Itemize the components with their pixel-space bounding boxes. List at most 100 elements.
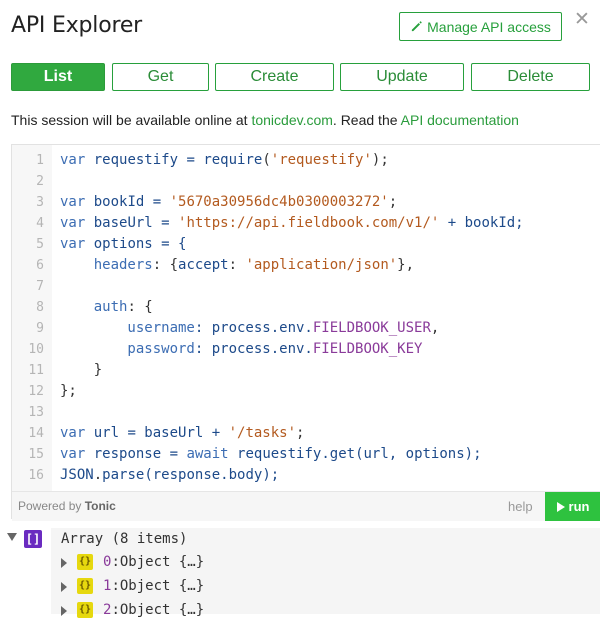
- code-token: ;: [388, 194, 398, 210]
- code-token: : process.env.: [194, 320, 313, 336]
- item-text: :Object {…}: [111, 602, 205, 618]
- code-line: };: [60, 381, 600, 402]
- line-number: 1: [36, 153, 44, 168]
- play-icon: [556, 501, 565, 512]
- tonic-brand: Tonic: [84, 499, 116, 513]
- code-token: url = baseUrl +: [85, 425, 229, 441]
- code-token: response =: [85, 446, 187, 462]
- session-info-prefix: This session will be available online at: [11, 112, 252, 128]
- close-icon[interactable]: ✕: [573, 10, 591, 30]
- powered-by-tonic[interactable]: Powered by Tonic: [18, 499, 116, 513]
- expand-item-1-toggle[interactable]: [61, 582, 67, 592]
- session-info-middle: . Read the: [332, 112, 401, 128]
- result-output: [] Array (8 items) {} 0:Object {…} {} 1:…: [0, 528, 600, 618]
- header: API Explorer Manage API access ✕: [0, 0, 600, 56]
- code-token: };: [60, 383, 77, 399]
- page-title: API Explorer: [11, 13, 142, 38]
- code-token: requestify =: [85, 152, 204, 168]
- line-number: 3: [36, 195, 44, 210]
- tonicdev-link[interactable]: tonicdev.com: [251, 112, 332, 128]
- line-number: 16: [28, 468, 44, 483]
- line-number: 13: [28, 405, 44, 420]
- code-token: (url, options);: [355, 446, 482, 462]
- line-number: 10: [28, 342, 44, 357]
- code-line: password: process.env.FIELDBOOK_KEY: [60, 339, 600, 360]
- line-number: 8: [36, 300, 44, 315]
- code-token: '/tasks': [228, 425, 297, 441]
- item-text: :Object {…}: [111, 554, 205, 570]
- api-documentation-link[interactable]: API documentation: [401, 112, 519, 128]
- line-number: 2: [36, 174, 44, 189]
- code-token: username: [60, 320, 195, 336]
- code-line: headers: {accept: 'application/json'},: [60, 255, 600, 276]
- line-number: 4: [36, 216, 44, 231]
- code-line: var response = await requestify.get(url,…: [60, 444, 600, 465]
- tab-update[interactable]: Update: [340, 63, 464, 91]
- code-token: get: [329, 446, 356, 462]
- code-token: var: [60, 236, 86, 252]
- code-token: (response.body);: [144, 467, 280, 483]
- code-token: :: [228, 257, 246, 273]
- code-line: auth: {: [60, 297, 600, 318]
- tab-create[interactable]: Create: [215, 63, 334, 91]
- code-token: requestify.: [228, 446, 330, 462]
- code-token: : process.env.: [194, 341, 313, 357]
- code-token: JSON: [60, 467, 94, 483]
- code-line: }: [60, 360, 600, 381]
- code-token: bookId =: [85, 194, 170, 210]
- code-token: accept: [178, 257, 229, 273]
- result-item-2[interactable]: 2:Object {…}: [103, 599, 204, 621]
- code-token: require: [203, 152, 263, 168]
- code-token: );: [371, 152, 389, 168]
- manage-api-access-button[interactable]: Manage API access: [399, 12, 562, 41]
- run-button[interactable]: run: [545, 492, 600, 521]
- expand-item-2-toggle[interactable]: [61, 606, 67, 616]
- result-panel: Array (8 items) {} 0:Object {…} {} 1:Obj…: [51, 528, 600, 618]
- result-item-0[interactable]: 0:Object {…}: [103, 551, 204, 573]
- code-token: }: [60, 362, 103, 378]
- powered-prefix: Powered by: [18, 499, 85, 513]
- line-number: 15: [28, 447, 44, 462]
- help-link[interactable]: help: [508, 499, 533, 514]
- code-token: ;: [296, 425, 305, 441]
- line-number-gutter: 1 2 3 4 5 6 7 8 9 10 11 12 13 14 15 16: [12, 145, 52, 491]
- code-token: (: [262, 152, 271, 168]
- code-area[interactable]: var requestify = require('requestify'); v…: [52, 145, 600, 491]
- line-number: 7: [36, 279, 44, 294]
- tab-delete[interactable]: Delete: [471, 63, 590, 91]
- editor-footer: Powered by Tonic help run: [12, 491, 600, 521]
- run-label: run: [568, 499, 590, 514]
- pencil-icon: [411, 21, 422, 32]
- code-token: var: [60, 215, 86, 231]
- code-token: parse: [102, 467, 145, 483]
- array-summary[interactable]: Array (8 items): [61, 528, 187, 550]
- code-token: 'https://api.fieldbook.com/v1/': [178, 215, 440, 231]
- code-token: options = {: [85, 236, 187, 252]
- array-type-icon: []: [24, 530, 42, 548]
- manage-api-access-label: Manage API access: [427, 18, 551, 35]
- code-token: + bookId;: [439, 215, 524, 231]
- object-type-icon: {}: [77, 554, 93, 570]
- expand-array-toggle[interactable]: [7, 533, 17, 541]
- tab-list[interactable]: List: [11, 63, 105, 91]
- code-token: headers: [60, 257, 153, 273]
- code-token: await: [186, 446, 229, 462]
- code-token: var: [60, 152, 86, 168]
- code-token: 'application/json': [245, 257, 398, 273]
- line-number: 11: [28, 363, 44, 378]
- code-token: password: [60, 341, 195, 357]
- line-number: 12: [28, 384, 44, 399]
- code-token: FIELDBOOK_KEY: [312, 341, 423, 357]
- result-item-1[interactable]: 1:Object {…}: [103, 575, 204, 597]
- code-token: auth: [60, 299, 128, 315]
- code-token: ,: [430, 320, 440, 336]
- code-line: var bookId = '5670a30956dc4b0300003272';: [60, 192, 600, 213]
- line-number: 5: [36, 237, 44, 252]
- line-number: 14: [28, 426, 44, 441]
- tab-get[interactable]: Get: [112, 63, 209, 91]
- session-info: This session will be available online at…: [11, 112, 519, 128]
- expand-item-0-toggle[interactable]: [61, 558, 67, 568]
- code-token: var: [60, 425, 86, 441]
